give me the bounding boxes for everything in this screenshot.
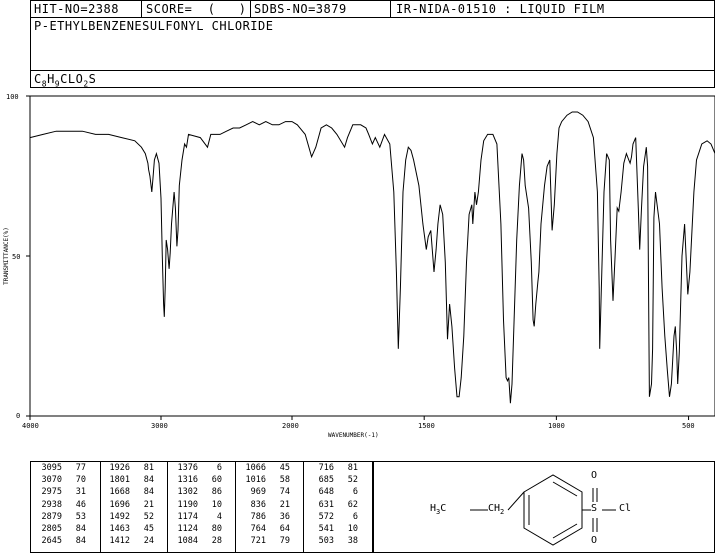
peak-transmittance: 24	[143, 536, 154, 547]
peak-wavenumber: 503	[318, 536, 334, 547]
peak-transmittance: 10	[347, 524, 358, 534]
x-tick-label: 1500	[418, 422, 435, 430]
peak-wavenumber: 2879	[41, 511, 62, 522]
peak-transmittance: 64	[279, 524, 290, 534]
peak-wavenumber: 716	[318, 463, 334, 473]
peak-wavenumber: 969	[250, 487, 266, 498]
peak-wavenumber: 764	[250, 524, 266, 534]
peak-col-sep	[303, 462, 304, 552]
peak-wavenumber: 2645	[41, 536, 62, 547]
ir-spectrum-chart	[26, 95, 715, 420]
peak-wavenumber: 1066	[245, 463, 266, 473]
h3c-label: H3C	[430, 503, 447, 516]
peak-transmittance: 38	[347, 536, 358, 547]
ch2-label: CH2	[488, 503, 505, 516]
peak-wavenumber: 1696	[109, 499, 130, 510]
peak-transmittance: 74	[279, 487, 290, 498]
peak-wavenumber: 3070	[41, 475, 62, 486]
peak-wavenumber: 1801	[109, 475, 130, 486]
peak-transmittance: 6	[352, 511, 358, 522]
peak-wavenumber: 1174	[177, 511, 198, 522]
peak-wavenumber: 836	[250, 499, 266, 510]
peak-transmittance: 53	[75, 511, 86, 522]
peak-wavenumber: 648	[318, 487, 334, 498]
y-axis-label: TRANSMITTANCE(%)	[3, 227, 10, 285]
peak-transmittance: 80	[211, 524, 222, 534]
peak-wavenumber: 3095	[41, 463, 62, 473]
peak-transmittance: 21	[143, 499, 154, 510]
y-tick-label: 50	[12, 253, 21, 261]
peak-wavenumber: 1084	[177, 536, 198, 547]
peak-wavenumber: 541	[318, 524, 334, 534]
oxygen-top-label: O	[591, 470, 598, 481]
peak-wavenumber: 1302	[177, 487, 198, 498]
peak-transmittance: 31	[75, 487, 86, 498]
peak-transmittance: 60	[211, 475, 222, 486]
peak-transmittance: 6	[352, 487, 358, 498]
peak-transmittance: 52	[143, 511, 154, 522]
peak-transmittance: 36	[279, 511, 290, 522]
peak-wavenumber: 1316	[177, 475, 198, 486]
y-tick-label: 0	[16, 412, 21, 420]
sulfur-label: S	[591, 503, 598, 514]
peak-transmittance: 84	[75, 524, 86, 534]
peak-wavenumber: 572	[318, 511, 334, 522]
peak-transmittance: 81	[347, 463, 358, 473]
peak-wavenumber: 1668	[109, 487, 130, 498]
peak-transmittance: 77	[75, 463, 86, 473]
peak-wavenumber: 685	[318, 475, 334, 486]
structure-box	[373, 461, 715, 553]
peak-transmittance: 70	[75, 475, 86, 486]
peak-wavenumber: 631	[318, 499, 334, 510]
peak-wavenumber: 786	[250, 511, 266, 522]
peak-transmittance: 10	[211, 499, 222, 510]
peak-wavenumber: 1492	[109, 511, 130, 522]
peak-transmittance: 84	[143, 487, 154, 498]
peak-wavenumber: 1463	[109, 524, 130, 534]
peak-transmittance: 46	[75, 499, 86, 510]
peak-wavenumber: 1926	[109, 463, 130, 473]
peak-transmittance: 28	[211, 536, 222, 547]
x-tick-label: 500	[682, 422, 695, 430]
y-tick-label: 100	[6, 93, 19, 101]
peak-wavenumber: 1124	[177, 524, 198, 534]
peak-transmittance: 84	[75, 536, 86, 547]
x-axis-label: WAVENUMBER(-1)	[328, 432, 379, 439]
peak-transmittance: 21	[279, 499, 290, 510]
peak-transmittance: 4	[216, 511, 222, 522]
chlorine-label: Cl	[619, 503, 632, 514]
peak-col-sep	[100, 462, 101, 552]
peak-wavenumber: 2938	[41, 499, 62, 510]
peak-transmittance: 79	[279, 536, 290, 547]
peak-col-sep	[167, 462, 168, 552]
oxygen-bottom-label: O	[591, 535, 598, 546]
peak-transmittance: 45	[279, 463, 290, 473]
x-tick-label: 4000	[22, 422, 39, 430]
spectrum-line	[29, 111, 715, 404]
peak-wavenumber: 721	[250, 536, 266, 547]
peak-transmittance: 84	[143, 475, 154, 486]
peak-wavenumber: 1190	[177, 499, 198, 510]
peak-col-sep	[235, 462, 236, 552]
peak-transmittance: 58	[279, 475, 290, 486]
x-tick-label: 1000	[548, 422, 565, 430]
x-tick-label: 3000	[151, 422, 168, 430]
x-tick-label: 2000	[282, 422, 299, 430]
peak-wavenumber: 1412	[109, 536, 130, 547]
peak-transmittance: 6	[216, 463, 222, 473]
peak-transmittance: 86	[211, 487, 222, 498]
peak-wavenumber: 2975	[41, 487, 62, 498]
peak-wavenumber: 2805	[41, 524, 62, 534]
peak-transmittance: 81	[143, 463, 154, 473]
peak-wavenumber: 1016	[245, 475, 266, 486]
peak-transmittance: 62	[347, 499, 358, 510]
peak-wavenumber: 1376	[177, 463, 198, 473]
peak-transmittance: 45	[143, 524, 154, 534]
peak-transmittance: 52	[347, 475, 358, 486]
